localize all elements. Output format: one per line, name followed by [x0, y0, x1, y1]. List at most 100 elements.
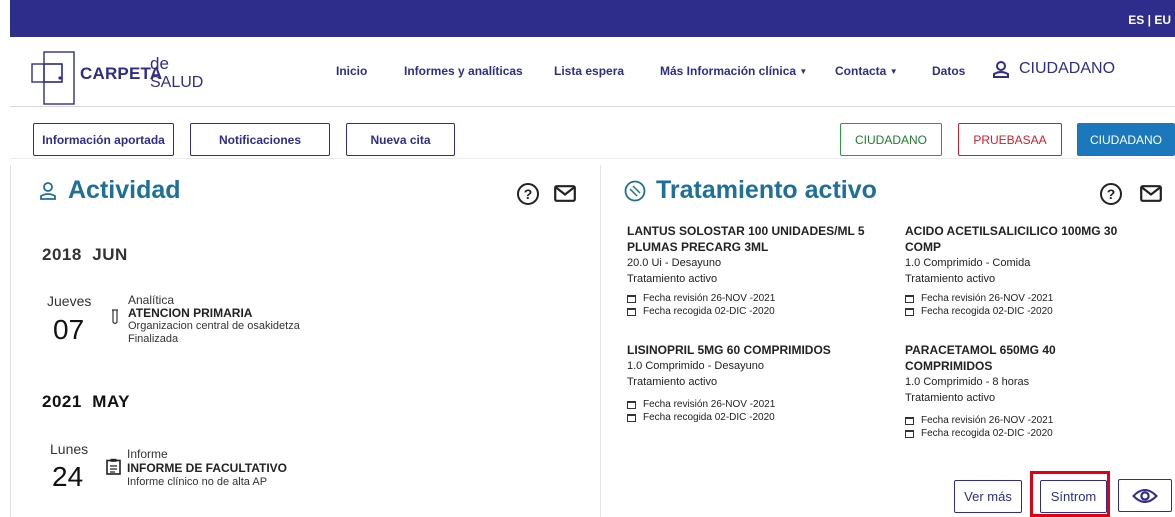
- pickup-date-text: Fecha recogida 02-DIC -2020: [921, 428, 1053, 439]
- actividad-title: Actividad: [38, 176, 181, 205]
- nav-contacta-label: Contacta: [835, 64, 887, 78]
- user-icon: [993, 61, 1009, 78]
- revision-date-text: Fecha revisión 26-NOV -2021: [643, 293, 776, 304]
- medication-item[interactable]: LANTUS SOLOSTAR 100 UNIDADES/ML 5 PLUMAS…: [627, 223, 897, 318]
- pickup-date-text: Fecha recogida 02-DIC -2020: [643, 306, 775, 317]
- nueva-cita-button[interactable]: Nueva cita: [346, 123, 455, 156]
- medication-item[interactable]: LISINOPRIL 5MG 60 COMPRIMIDOS 1.0 Compri…: [627, 342, 897, 424]
- month: JUN: [92, 245, 128, 264]
- event-type: Informe: [127, 447, 168, 461]
- user-icon: [40, 181, 56, 200]
- nav-informes[interactable]: Informes y analíticas: [404, 64, 523, 78]
- user-label: CIUDADANO: [1019, 60, 1116, 77]
- logo-salud: SALUD: [150, 74, 204, 91]
- year: 2021: [42, 392, 82, 411]
- day-name: Lunes: [50, 441, 89, 457]
- activity-date-header: 2018 JUN: [42, 245, 128, 265]
- nav-mas-informacion-label: Más Información clínica: [660, 64, 797, 78]
- pickup-date-text: Fecha recogida 02-DIC -2020: [643, 412, 775, 423]
- revision-date: Fecha revisión 26-NOV -2021: [627, 398, 897, 411]
- medication-dose: 1.0 Comprimido - 8 horas: [905, 376, 1030, 388]
- ver-mas-button[interactable]: Ver más: [954, 480, 1022, 513]
- pickup-date: Fecha recogida 02-DIC -2020: [627, 305, 897, 318]
- nav-inicio[interactable]: Inicio: [336, 64, 367, 78]
- language-switch[interactable]: ES | EU: [1128, 13, 1171, 27]
- revision-date-text: Fecha revisión 26-NOV -2021: [643, 399, 776, 410]
- caret-down-icon: ▼: [889, 67, 898, 76]
- actividad-title-text: Actividad: [68, 176, 181, 204]
- tratamiento-title-text: Tratamiento activo: [656, 176, 877, 204]
- nav-lista-espera[interactable]: Lista espera: [554, 64, 624, 78]
- day-number: 07: [53, 314, 85, 345]
- medication-dose: 1.0 Comprimido - Comida: [905, 257, 1031, 269]
- event-location: Organizacion central de osakidetza: [128, 320, 300, 332]
- pickup-date: Fecha recogida 02-DIC -2020: [905, 427, 1175, 440]
- nav-mas-informacion[interactable]: Más Información clínica ▼: [660, 64, 807, 78]
- sintrom-highlight-box: [1030, 471, 1110, 517]
- notificaciones-button[interactable]: Notificaciones: [190, 123, 330, 156]
- pickup-date: Fecha recogida 02-DIC -2020: [905, 305, 1175, 318]
- medication-name: ACIDO ACETILSALICILICO 100MG 30: [905, 224, 1118, 238]
- calendar-icon: [627, 400, 636, 409]
- nav-contacta[interactable]: Contacta ▼: [835, 64, 898, 78]
- nav-datos[interactable]: Datos: [932, 64, 965, 78]
- medication-name: PARACETAMOL 650MG 40: [905, 343, 1056, 357]
- calendar-icon: [905, 294, 914, 303]
- medication-status: Tratamiento activo: [627, 376, 718, 388]
- medication-dose: 1.0 Comprimido - Desayuno: [627, 360, 764, 372]
- eye-icon: [1132, 488, 1158, 503]
- medication-status: Tratamiento activo: [627, 273, 718, 285]
- user-menu[interactable]: CIUDADANO: [992, 60, 1115, 78]
- activity-date-header: 2021 MAY: [42, 392, 130, 412]
- medication-status: Tratamiento activo: [905, 273, 996, 285]
- envelope-icon[interactable]: [1140, 185, 1162, 202]
- medication-status: Tratamiento activo: [905, 392, 996, 404]
- caret-down-icon: ▼: [799, 67, 808, 76]
- left-border: [10, 165, 11, 517]
- month: MAY: [92, 392, 130, 411]
- medication-item[interactable]: PARACETAMOL 650MG 40 COMPRIMIDOS 1.0 Com…: [905, 342, 1175, 440]
- panel-divider: [600, 165, 601, 517]
- event-title[interactable]: INFORME DE FACULTATIVO: [127, 461, 287, 475]
- view-button[interactable]: [1118, 479, 1172, 512]
- calendar-icon: [627, 294, 636, 303]
- medication-dose: 20.0 Ui - Desayuno: [627, 257, 722, 269]
- section-divider: [10, 158, 1175, 159]
- calendar-icon: [627, 413, 636, 422]
- medication-name-cont: COMP: [905, 240, 941, 254]
- top-bar: ES | EU: [10, 0, 1175, 37]
- pickup-date-text: Fecha recogida 02-DIC -2020: [921, 306, 1053, 317]
- revision-date: Fecha revisión 26-NOV -2021: [905, 414, 1175, 427]
- medication-name-cont: PLUMAS PRECARG 3ML: [627, 240, 769, 254]
- year: 2018: [42, 245, 82, 264]
- ciudadano-green-button[interactable]: CIUDADANO: [840, 123, 942, 156]
- revision-date-text: Fecha revisión 26-NOV -2021: [921, 293, 1054, 304]
- question-circle-icon[interactable]: ?: [1100, 183, 1122, 205]
- clipboard-icon: [106, 458, 121, 475]
- event-title[interactable]: ATENCION PRIMARIA: [128, 306, 252, 320]
- day-number: 24: [52, 461, 84, 492]
- revision-date: Fecha revisión 26-NOV -2021: [905, 292, 1175, 305]
- tratamiento-title: Tratamiento activo: [624, 176, 877, 205]
- medication-item[interactable]: ACIDO ACETILSALICILICO 100MG 30 COMP 1.0…: [905, 223, 1175, 318]
- revision-date-text: Fecha revisión 26-NOV -2021: [921, 415, 1054, 426]
- pruebasaa-button[interactable]: PRUEBASAA: [958, 123, 1062, 156]
- question-circle-icon[interactable]: ?: [517, 183, 539, 205]
- logo-icon: [31, 51, 75, 105]
- event-status: Finalizada: [128, 333, 179, 345]
- pill-icon: [624, 180, 646, 201]
- ciudadano-blue-button[interactable]: CIUDADANO: [1077, 123, 1175, 156]
- calendar-icon: [627, 307, 636, 316]
- calendar-icon: [905, 307, 914, 316]
- revision-date: Fecha revisión 26-NOV -2021: [627, 292, 897, 305]
- envelope-icon[interactable]: [554, 185, 576, 202]
- medication-name: LANTUS SOLOSTAR 100 UNIDADES/ML 5: [627, 224, 865, 238]
- informacion-aportada-button[interactable]: Información aportada: [33, 123, 174, 156]
- day-name: Jueves: [47, 293, 92, 309]
- event-description: Informe clínico no de alta AP: [127, 476, 268, 488]
- medication-name-cont: COMPRIMIDOS: [905, 359, 993, 373]
- calendar-icon: [905, 429, 914, 438]
- test-tube-icon: [112, 309, 118, 325]
- calendar-icon: [905, 416, 914, 425]
- event-type: Analítica: [128, 293, 175, 307]
